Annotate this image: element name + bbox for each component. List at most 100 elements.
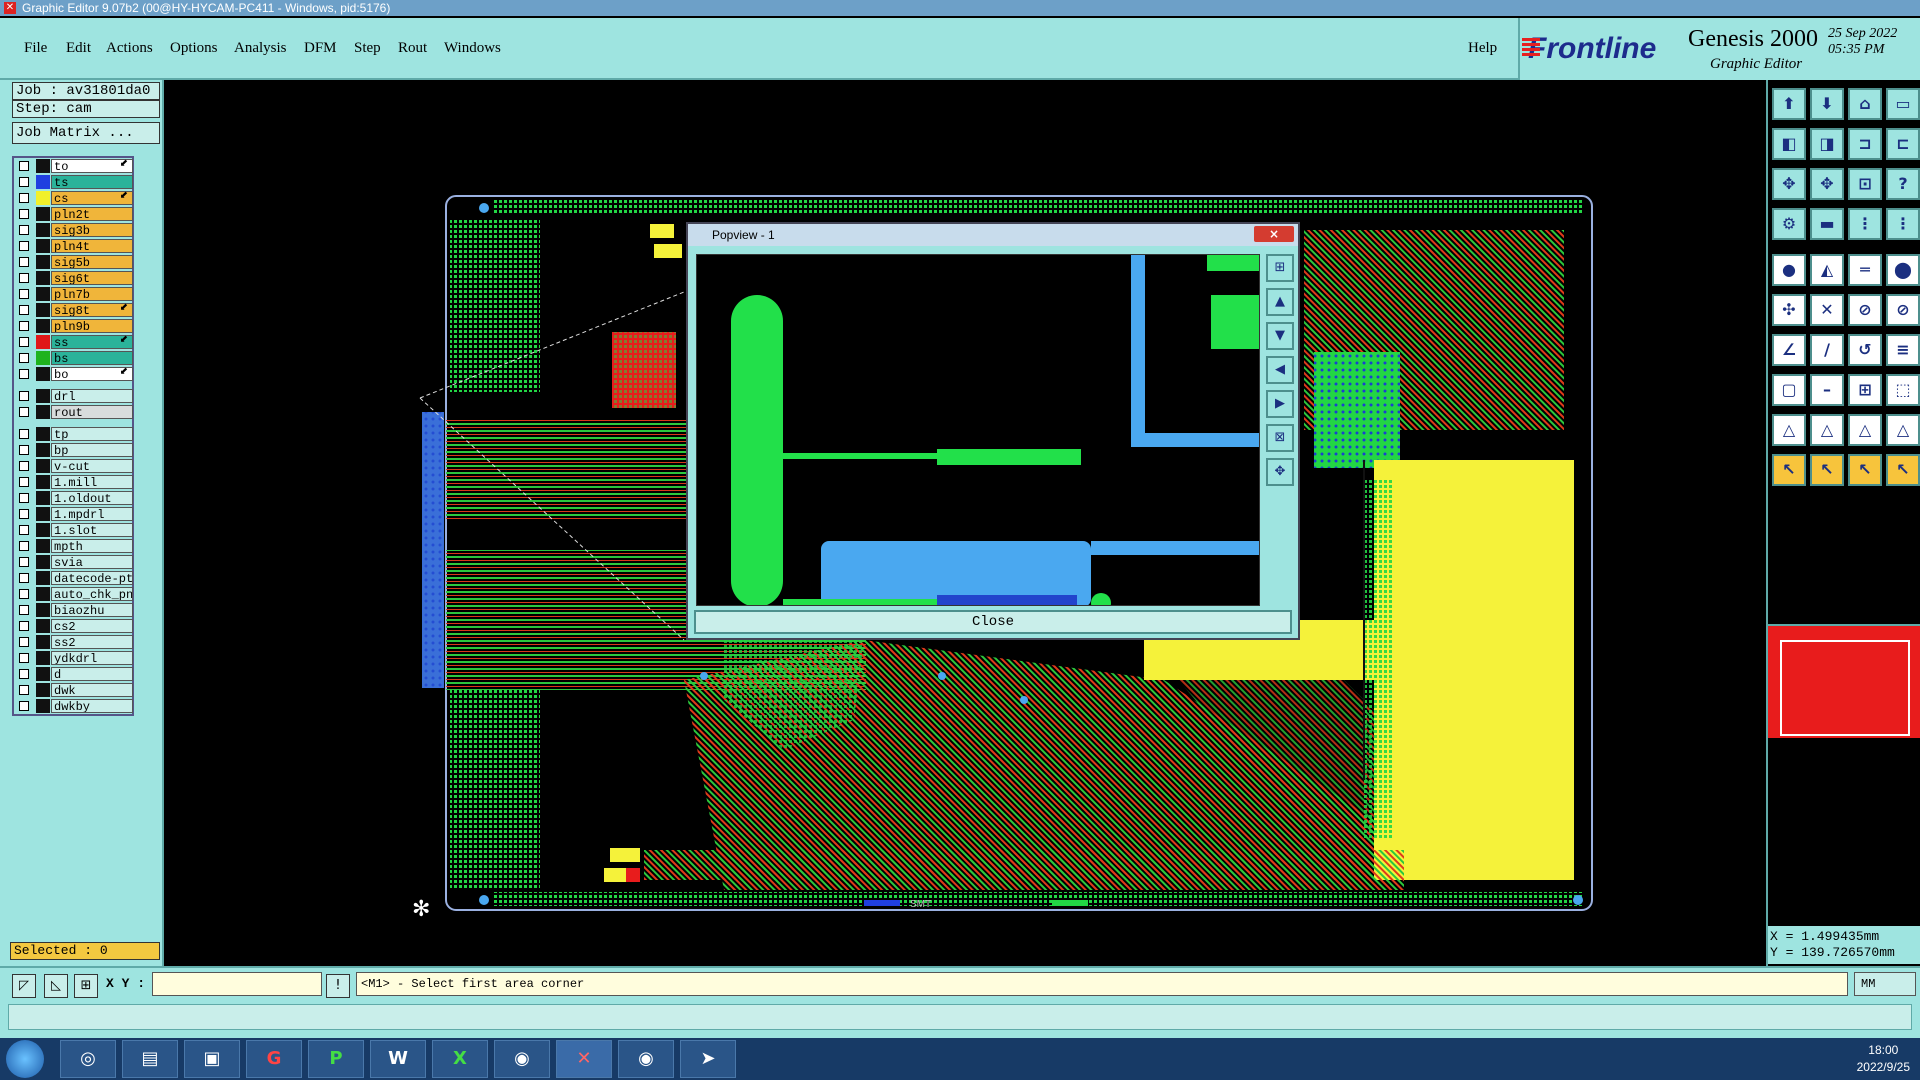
layer-row-sig8t[interactable]: sig8t ⬋ xyxy=(14,302,133,318)
popview-close-icon[interactable]: × xyxy=(1254,226,1294,242)
right-panel-icon[interactable]: ◨ xyxy=(1810,128,1844,160)
fit-icon[interactable]: ✥ xyxy=(1772,168,1806,200)
layer-row-dwkby[interactable]: dwkby xyxy=(14,698,133,714)
attr-b-icon[interactable]: ⋮ xyxy=(1886,208,1920,240)
popview-canvas[interactable] xyxy=(696,254,1260,606)
layer-checkbox[interactable] xyxy=(19,429,29,439)
layer-checkbox[interactable] xyxy=(19,391,29,401)
layer-checkbox[interactable] xyxy=(19,209,29,219)
layer-row-sig5b[interactable]: sig5b xyxy=(14,254,133,270)
layer-checkbox[interactable] xyxy=(19,669,29,679)
select-area-icon[interactable]: ◭ xyxy=(1810,254,1844,286)
line-icon[interactable]: ▬ xyxy=(1810,208,1844,240)
layer-name[interactable]: biaozhu xyxy=(51,603,133,617)
layer-checkbox[interactable] xyxy=(19,177,29,187)
undo-icon[interactable]: ↺ xyxy=(1848,334,1882,366)
layer-name[interactable]: datecode-pt xyxy=(51,571,133,585)
layer-checkbox[interactable] xyxy=(19,193,29,203)
layer-name[interactable]: drl xyxy=(51,389,133,403)
measure-icon[interactable]: ◺ xyxy=(44,974,68,998)
dot-icon[interactable]: ⬤ xyxy=(1886,254,1920,286)
layer-row-pln2t[interactable]: pln2t xyxy=(14,206,133,222)
layer-row-ss2[interactable]: ss2 xyxy=(14,634,133,650)
layer-checkbox[interactable] xyxy=(19,557,29,567)
layer-name[interactable]: pln4t xyxy=(51,239,133,253)
popview-zoom-in-icon[interactable]: ⊞ xyxy=(1266,254,1294,282)
layer-row-bp[interactable]: bp xyxy=(14,442,133,458)
layer-row-bs[interactable]: bs xyxy=(14,350,133,366)
snap-icon[interactable]: ◸ xyxy=(12,974,36,998)
system-clock[interactable]: 18:00 2022/9/25 xyxy=(1857,1042,1910,1076)
attr-a-icon[interactable]: ⋮ xyxy=(1848,208,1882,240)
layer-down-icon[interactable]: ⬇ xyxy=(1810,88,1844,120)
layer-row-auto_chk_pn[interactable]: auto_chk_pn xyxy=(14,586,133,602)
net-select-icon[interactable]: ✣ xyxy=(1772,294,1806,326)
alert-icon[interactable]: ! xyxy=(326,974,350,998)
job-matrix-button[interactable]: Job Matrix ... xyxy=(12,122,160,144)
tri-c-icon[interactable]: △ xyxy=(1848,414,1882,446)
layer-checkbox[interactable] xyxy=(19,525,29,535)
taskbar-p-app-icon[interactable]: P xyxy=(308,1040,364,1078)
taskbar-arrow-app-icon[interactable]: ➤ xyxy=(680,1040,736,1078)
layer-checkbox[interactable] xyxy=(19,701,29,711)
layer-row-cs2[interactable]: cs2 xyxy=(14,618,133,634)
query-icon[interactable]: ? xyxy=(1886,168,1920,200)
layer-checkbox[interactable] xyxy=(19,257,29,267)
layer-checkbox[interactable] xyxy=(19,445,29,455)
lines-icon[interactable]: ≡ xyxy=(1886,334,1920,366)
xy-input[interactable] xyxy=(152,972,322,996)
layer-checkbox[interactable] xyxy=(19,477,29,487)
layer-name[interactable]: 1.slot xyxy=(51,523,133,537)
mini-overview[interactable] xyxy=(1768,624,1920,738)
layer-row-datecode-pt[interactable]: datecode-pt xyxy=(14,570,133,586)
window-icon[interactable]: ▭ xyxy=(1886,88,1920,120)
angle-icon[interactable]: ∠ xyxy=(1772,334,1806,366)
layer-name[interactable]: v-cut xyxy=(51,459,133,473)
layer-row-1.mill[interactable]: 1.mill xyxy=(14,474,133,490)
layer-row-1.oldout[interactable]: 1.oldout xyxy=(14,490,133,506)
grid-icon[interactable]: ⊞ xyxy=(1848,374,1882,406)
menu-actions[interactable]: Actions xyxy=(106,40,153,57)
rect-icon[interactable]: ▢ xyxy=(1772,374,1806,406)
popview-zoom-out-icon[interactable]: ⊠ xyxy=(1266,424,1294,452)
layer-checkbox[interactable] xyxy=(19,637,29,647)
layer-row-svia[interactable]: svia xyxy=(14,554,133,570)
layer-checkbox[interactable] xyxy=(19,225,29,235)
layer-row-bo[interactable]: bo ⬋ xyxy=(14,366,133,382)
start-button-icon[interactable] xyxy=(6,1040,44,1078)
cursor-c-icon[interactable]: ↖ xyxy=(1848,454,1882,486)
layer-row-tp[interactable]: tp xyxy=(14,426,133,442)
layer-row-to[interactable]: to ⬋ xyxy=(14,158,133,174)
tri-b-icon[interactable]: △ xyxy=(1810,414,1844,446)
layer-checkbox[interactable] xyxy=(19,273,29,283)
edit-a-icon[interactable]: ⊘ xyxy=(1848,294,1882,326)
layer-checkbox[interactable] xyxy=(19,461,29,471)
layer-row-sig3b[interactable]: sig3b xyxy=(14,222,133,238)
layer-name[interactable]: sig5b xyxy=(51,255,133,269)
taskbar-g-app-icon[interactable]: G xyxy=(246,1040,302,1078)
slash-icon[interactable]: / xyxy=(1810,334,1844,366)
popview-pan-left-icon[interactable]: ◀ xyxy=(1266,356,1294,384)
menu-dfm[interactable]: DFM xyxy=(304,40,337,57)
taskbar-word-icon[interactable]: W xyxy=(370,1040,426,1078)
layer-name[interactable]: svia xyxy=(51,555,133,569)
scale-icon[interactable]: ⊡ xyxy=(1848,168,1882,200)
taskbar-excel-icon[interactable]: X xyxy=(432,1040,488,1078)
taskbar-genesis-icon[interactable]: ✕ xyxy=(556,1040,612,1078)
graphic-canvas[interactable]: SMT ✻ Popview - 1 × ⊞ ▲ ▼ ◀ ▶ ⊠ ✥ Close xyxy=(164,80,1766,966)
layer-row-pln7b[interactable]: pln7b xyxy=(14,286,133,302)
select-pad-icon[interactable]: ● xyxy=(1772,254,1806,286)
layer-name[interactable]: pln7b xyxy=(51,287,133,301)
layer-checkbox[interactable] xyxy=(19,621,29,631)
layer-name[interactable]: 1.mpdrl xyxy=(51,507,133,521)
popview-pan-up-icon[interactable]: ▲ xyxy=(1266,288,1294,316)
layer-checkbox[interactable] xyxy=(19,541,29,551)
layer-checkbox[interactable] xyxy=(19,573,29,583)
layer-row-1.slot[interactable]: 1.slot xyxy=(14,522,133,538)
layer-checkbox[interactable] xyxy=(19,161,29,171)
layer-name[interactable]: sig3b xyxy=(51,223,133,237)
cursor-a-icon[interactable]: ↖ xyxy=(1772,454,1806,486)
layer-checkbox[interactable] xyxy=(19,337,29,347)
layer-name[interactable]: dwk xyxy=(51,683,133,697)
layer-row-dwk[interactable]: dwk xyxy=(14,682,133,698)
